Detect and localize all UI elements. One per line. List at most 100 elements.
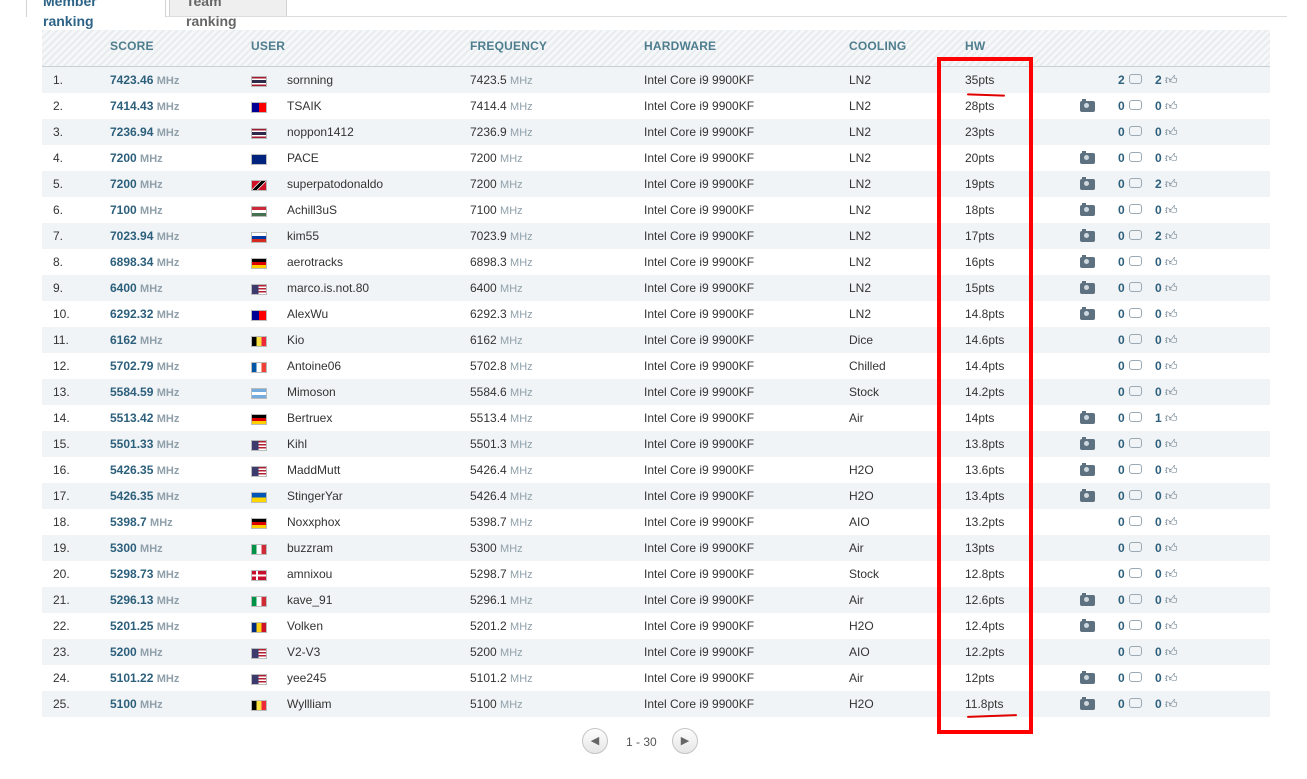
comment-icon[interactable] (1129, 438, 1142, 448)
comment-count[interactable]: 0 (1118, 697, 1125, 711)
user-link[interactable]: TSAIK (287, 99, 322, 113)
comment-count[interactable]: 0 (1118, 593, 1125, 607)
hardware-link[interactable]: Intel Core i9 9900KF (644, 151, 754, 165)
camera-icon[interactable] (1080, 619, 1095, 632)
comment-count[interactable]: 0 (1118, 281, 1125, 295)
like-count[interactable]: 0 (1155, 619, 1162, 633)
user-link[interactable]: Kihl (287, 437, 307, 451)
user-link[interactable]: PACE (287, 151, 319, 165)
score-link[interactable]: 5398.7 MHz (110, 515, 173, 529)
score-link[interactable]: 5501.33 MHz (110, 437, 179, 451)
score-link[interactable]: 6400 MHz (110, 281, 163, 295)
thumbs-up-icon[interactable]: 👍︎ (1165, 256, 1178, 268)
camera-icon[interactable] (1080, 281, 1095, 294)
hardware-link[interactable]: Intel Core i9 9900KF (644, 359, 754, 373)
camera-icon[interactable] (1080, 437, 1095, 450)
user-link[interactable]: kim55 (287, 229, 319, 243)
comment-icon[interactable] (1129, 230, 1142, 240)
comment-icon[interactable] (1129, 334, 1142, 344)
score-link[interactable]: 6292.32 MHz (110, 307, 179, 321)
like-count[interactable]: 1 (1155, 411, 1162, 425)
like-count[interactable]: 0 (1155, 515, 1162, 529)
thumbs-up-icon[interactable]: 👍︎ (1165, 178, 1178, 190)
comment-count[interactable]: 0 (1118, 385, 1125, 399)
like-count[interactable]: 0 (1155, 593, 1162, 607)
thumbs-up-icon[interactable]: 👍︎ (1165, 282, 1178, 294)
camera-icon[interactable] (1080, 463, 1095, 476)
hardware-link[interactable]: Intel Core i9 9900KF (644, 567, 754, 581)
camera-icon[interactable] (1080, 671, 1095, 684)
comment-icon[interactable] (1129, 698, 1142, 708)
hardware-link[interactable]: Intel Core i9 9900KF (644, 697, 754, 711)
camera-icon[interactable] (1080, 697, 1095, 710)
like-count[interactable]: 0 (1155, 385, 1162, 399)
like-count[interactable]: 0 (1155, 281, 1162, 295)
score-link[interactable]: 5300 MHz (110, 541, 163, 555)
hardware-link[interactable]: Intel Core i9 9900KF (644, 463, 754, 477)
user-link[interactable]: buzzram (287, 541, 333, 555)
score-link[interactable]: 5201.25 MHz (110, 619, 179, 633)
hardware-link[interactable]: Intel Core i9 9900KF (644, 671, 754, 685)
user-link[interactable]: marco.is.not.80 (287, 281, 369, 295)
comment-icon[interactable] (1129, 308, 1142, 318)
comment-icon[interactable] (1129, 360, 1142, 370)
like-count[interactable]: 0 (1155, 567, 1162, 581)
score-link[interactable]: 5584.59 MHz (110, 385, 179, 399)
header-frequency[interactable]: FREQUENCY (470, 39, 547, 53)
hardware-link[interactable]: Intel Core i9 9900KF (644, 73, 754, 87)
score-link[interactable]: 5426.35 MHz (110, 463, 179, 477)
thumbs-up-icon[interactable]: 👍︎ (1165, 100, 1178, 112)
user-link[interactable]: Antoine06 (287, 359, 341, 373)
comment-icon[interactable] (1129, 204, 1142, 214)
like-count[interactable]: 0 (1155, 359, 1162, 373)
like-count[interactable]: 0 (1155, 99, 1162, 113)
thumbs-up-icon[interactable]: 👍︎ (1165, 464, 1178, 476)
like-count[interactable]: 0 (1155, 307, 1162, 321)
camera-icon[interactable] (1080, 229, 1095, 242)
comment-icon[interactable] (1129, 178, 1142, 188)
like-count[interactable]: 2 (1155, 73, 1162, 87)
score-link[interactable]: 5100 MHz (110, 697, 163, 711)
thumbs-up-icon[interactable]: 👍︎ (1165, 412, 1178, 424)
comment-count[interactable]: 0 (1118, 567, 1125, 581)
like-count[interactable]: 2 (1155, 177, 1162, 191)
thumbs-up-icon[interactable]: 👍︎ (1165, 334, 1178, 346)
comment-count[interactable]: 0 (1118, 125, 1125, 139)
user-link[interactable]: Noxxphox (287, 515, 340, 529)
hardware-link[interactable]: Intel Core i9 9900KF (644, 489, 754, 503)
comment-count[interactable]: 0 (1118, 463, 1125, 477)
comment-icon[interactable] (1129, 282, 1142, 292)
hardware-link[interactable]: Intel Core i9 9900KF (644, 307, 754, 321)
user-link[interactable]: kave_91 (287, 593, 332, 607)
hardware-link[interactable]: Intel Core i9 9900KF (644, 593, 754, 607)
score-link[interactable]: 7414.43 MHz (110, 99, 179, 113)
score-link[interactable]: 7200 MHz (110, 177, 163, 191)
like-count[interactable]: 0 (1155, 333, 1162, 347)
comment-icon[interactable] (1129, 100, 1142, 110)
hardware-link[interactable]: Intel Core i9 9900KF (644, 541, 754, 555)
user-link[interactable]: StingerYar (287, 489, 343, 503)
comment-count[interactable]: 0 (1118, 515, 1125, 529)
score-link[interactable]: 5296.13 MHz (110, 593, 179, 607)
score-link[interactable]: 7200 MHz (110, 151, 163, 165)
comment-count[interactable]: 0 (1118, 151, 1125, 165)
thumbs-up-icon[interactable]: 👍︎ (1165, 308, 1178, 320)
thumbs-up-icon[interactable]: 👍︎ (1165, 74, 1178, 86)
score-link[interactable]: 5101.22 MHz (110, 671, 179, 685)
score-link[interactable]: 7023.94 MHz (110, 229, 179, 243)
camera-icon[interactable] (1080, 411, 1095, 424)
thumbs-up-icon[interactable]: 👍︎ (1165, 204, 1178, 216)
hardware-link[interactable]: Intel Core i9 9900KF (644, 411, 754, 425)
score-link[interactable]: 6162 MHz (110, 333, 163, 347)
header-hardware[interactable]: HARDWARE (644, 39, 716, 53)
camera-icon[interactable] (1080, 255, 1095, 268)
score-link[interactable]: 6898.34 MHz (110, 255, 179, 269)
hardware-link[interactable]: Intel Core i9 9900KF (644, 281, 754, 295)
thumbs-up-icon[interactable]: 👍︎ (1165, 620, 1178, 632)
comment-icon[interactable] (1129, 256, 1142, 266)
camera-icon[interactable] (1080, 151, 1095, 164)
like-count[interactable]: 2 (1155, 229, 1162, 243)
comment-count[interactable]: 0 (1118, 177, 1125, 191)
header-score[interactable]: SCORE (110, 39, 154, 53)
like-count[interactable]: 0 (1155, 645, 1162, 659)
